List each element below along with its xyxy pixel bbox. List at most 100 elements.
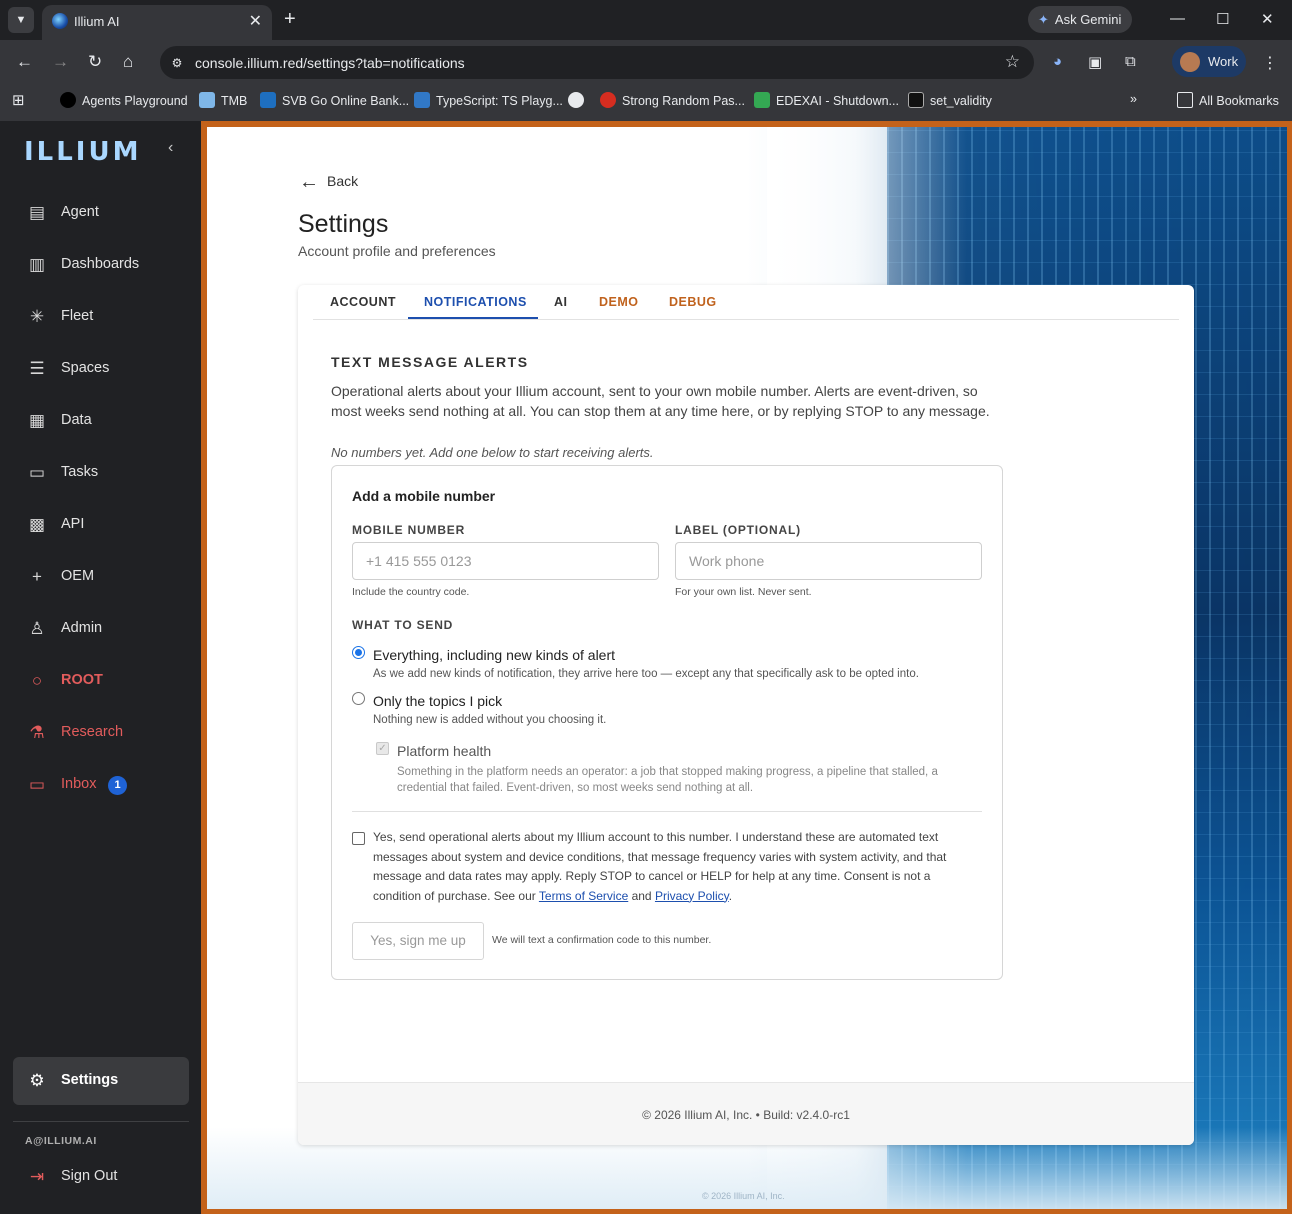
option-topics-desc: Nothing new is added without you choosin…	[373, 714, 607, 726]
tab-title: Illium AI	[74, 14, 120, 29]
forward-nav-icon[interactable]: →	[52, 52, 69, 72]
maximize-button[interactable]: ☐	[1216, 10, 1229, 28]
extensions-puzzle-icon[interactable]: ⧉	[1125, 53, 1136, 70]
mobile-number-label: MOBILE NUMBER	[352, 523, 466, 537]
illium-logo[interactable]: ILLIUM	[24, 137, 141, 167]
tab-search-button[interactable]: ▼	[8, 7, 34, 33]
circle-icon: ○	[31, 671, 43, 690]
url-text[interactable]: console.illium.red/settings?tab=notifica…	[195, 55, 465, 71]
bookmark-tmb[interactable]: TMB	[199, 92, 247, 108]
mobile-number-input[interactable]	[352, 542, 659, 580]
home-icon[interactable]: ⌂	[123, 52, 133, 72]
person-icon: ♙	[29, 619, 45, 638]
back-nav-icon[interactable]: ←	[16, 52, 33, 72]
option-everything-label[interactable]: Everything, including new kinds of alert	[373, 647, 615, 663]
sidebar-item-admin[interactable]: ♙ Admin	[13, 607, 189, 651]
bookmark-label: TMB	[221, 94, 248, 108]
bookmark-set-validity[interactable]: set_validity	[908, 92, 992, 108]
sidebar-item-root[interactable]: ○ ROOT	[13, 659, 189, 703]
browser-tab[interactable]: Illium AI ✕	[42, 5, 272, 40]
sidebar-item-label: Dashboards	[61, 256, 140, 272]
privacy-policy-link[interactable]: Privacy Policy	[655, 889, 729, 903]
mobile-number-helper: Include the country code.	[352, 586, 470, 598]
reload-icon[interactable]: ↻	[88, 52, 102, 72]
bookmark-favicon-icon	[260, 92, 276, 108]
terms-of-service-link[interactable]: Terms of Service	[539, 889, 628, 903]
collapse-sidebar-icon[interactable]: ‹	[168, 139, 173, 157]
sign-me-up-button[interactable]: Yes, sign me up	[352, 922, 484, 960]
active-tab-indicator	[408, 317, 538, 319]
bookmark-agents-playground[interactable]: Agents Playground	[60, 92, 188, 108]
bookmark-label: set_validity	[930, 94, 992, 108]
ask-gemini-button[interactable]: ✦ Ask Gemini	[1028, 6, 1132, 33]
tab-ai[interactable]: AI	[554, 295, 568, 309]
sidebar-divider	[13, 1121, 189, 1122]
apps-grid-icon[interactable]: ⊞	[12, 91, 25, 109]
sidebar-item-data[interactable]: ▦ Data	[13, 399, 189, 443]
inbox-count-badge: 1	[108, 776, 127, 795]
sidebar-item-research[interactable]: ⚗ Research	[13, 711, 189, 755]
bookmark-typescript[interactable]: TypeScript: TS Playg...	[414, 92, 563, 108]
settings-tabs: ACCOUNT NOTIFICATIONS AI DEMO DEBUG	[313, 285, 1179, 320]
id-extension-icon[interactable]: ▣	[1088, 53, 1102, 71]
sidebar-item-settings[interactable]: ⚙ Settings	[13, 1057, 189, 1105]
close-tab-icon[interactable]: ✕	[249, 11, 262, 31]
sidebar-item-label: Tasks	[61, 464, 99, 480]
site-info-icon[interactable]: ⚙	[168, 54, 186, 72]
back-link[interactable]: ← Back	[299, 171, 358, 194]
content-frame: © 2026 Illium AI, Inc. ← Back Settings Ac…	[201, 121, 1292, 1214]
platform-health-checkbox[interactable]: ✓	[376, 742, 389, 755]
minimize-button[interactable]: —	[1170, 10, 1185, 27]
browser-chrome: ▼ Illium AI ✕ + ✦ Ask Gemini — ☐ ✕ ← → ↻ …	[0, 0, 1292, 121]
consent-checkbox[interactable]	[352, 832, 365, 845]
tab-demo[interactable]: DEMO	[599, 295, 639, 309]
bookmark-edexai[interactable]: EDEXAI - Shutdown...	[754, 92, 899, 108]
profile-label: Work	[1208, 54, 1239, 69]
tab-notifications[interactable]: NOTIFICATIONS	[424, 295, 527, 309]
sign-out-button[interactable]: ⇥ Sign Out	[13, 1155, 189, 1199]
address-bar[interactable]: ⚙ console.illium.red/settings?tab=notifi…	[160, 46, 1034, 79]
what-to-send-label: WHAT TO SEND	[352, 618, 454, 632]
page-title: Settings	[298, 210, 389, 238]
radio-topics[interactable]	[352, 692, 365, 705]
close-window-button[interactable]: ✕	[1261, 10, 1274, 28]
sidebar-item-api[interactable]: ▩ API	[13, 503, 189, 547]
option-topics-label[interactable]: Only the topics I pick	[373, 693, 502, 709]
all-bookmarks[interactable]: All Bookmarks	[1177, 92, 1279, 108]
label-input[interactable]	[675, 542, 982, 580]
platform-health-desc: Something in the platform needs an opera…	[397, 766, 938, 794]
browser-menu-icon[interactable]: ⋮	[1262, 53, 1278, 73]
sidebar-item-oem[interactable]: + OEM	[13, 555, 189, 599]
label-helper: For your own list. Never sent.	[675, 586, 812, 598]
bookmark-label: Strong Random Pas...	[622, 94, 745, 108]
bookmark-svb[interactable]: SVB Go Online Bank...	[260, 92, 409, 108]
extension-icon[interactable]: ◕	[1053, 53, 1062, 70]
bookmark-favicon-icon	[600, 92, 616, 108]
bookmarks-overflow-icon[interactable]: »	[1130, 92, 1137, 106]
tab-debug[interactable]: DEBUG	[669, 295, 717, 309]
sidebar-item-fleet[interactable]: ✳ Fleet	[13, 295, 189, 339]
bookmark-favicon-icon	[754, 92, 770, 108]
bookmark-star-icon[interactable]: ☆	[1005, 52, 1020, 72]
user-email: A@ILLIUM.AI	[25, 1135, 97, 1147]
gemini-sparkle-icon: ✦	[1038, 12, 1049, 27]
bookmark-github[interactable]	[568, 92, 590, 108]
bookmark-strong-random[interactable]: Strong Random Pas...	[600, 92, 745, 108]
chat-icon: ▤	[28, 203, 46, 222]
plus-icon: +	[32, 567, 42, 586]
network-icon: ✳	[29, 307, 45, 326]
radio-everything[interactable]	[352, 646, 365, 659]
bookmark-label: SVB Go Online Bank...	[282, 94, 410, 108]
gear-icon: ⚙	[29, 1071, 45, 1090]
sidebar-item-spaces[interactable]: ☰ Spaces	[13, 347, 189, 391]
sidebar-item-dashboards[interactable]: ▥ Dashboards	[13, 243, 189, 287]
profile-button[interactable]: Work	[1172, 46, 1246, 77]
footer-text: © 2026 Illium AI, Inc. • Build: v2.4.0-r…	[642, 1108, 850, 1122]
sidebar-item-inbox[interactable]: ▭ Inbox 1	[13, 763, 189, 807]
new-tab-button[interactable]: +	[284, 8, 296, 31]
sidebar-item-tasks[interactable]: ▭ Tasks	[13, 451, 189, 495]
tab-account[interactable]: ACCOUNT	[330, 295, 396, 309]
sidebar-item-agent[interactable]: ▤ Agent	[13, 191, 189, 235]
flask-icon: ⚗	[29, 723, 45, 742]
section-title: TEXT MESSAGE ALERTS	[331, 354, 529, 370]
